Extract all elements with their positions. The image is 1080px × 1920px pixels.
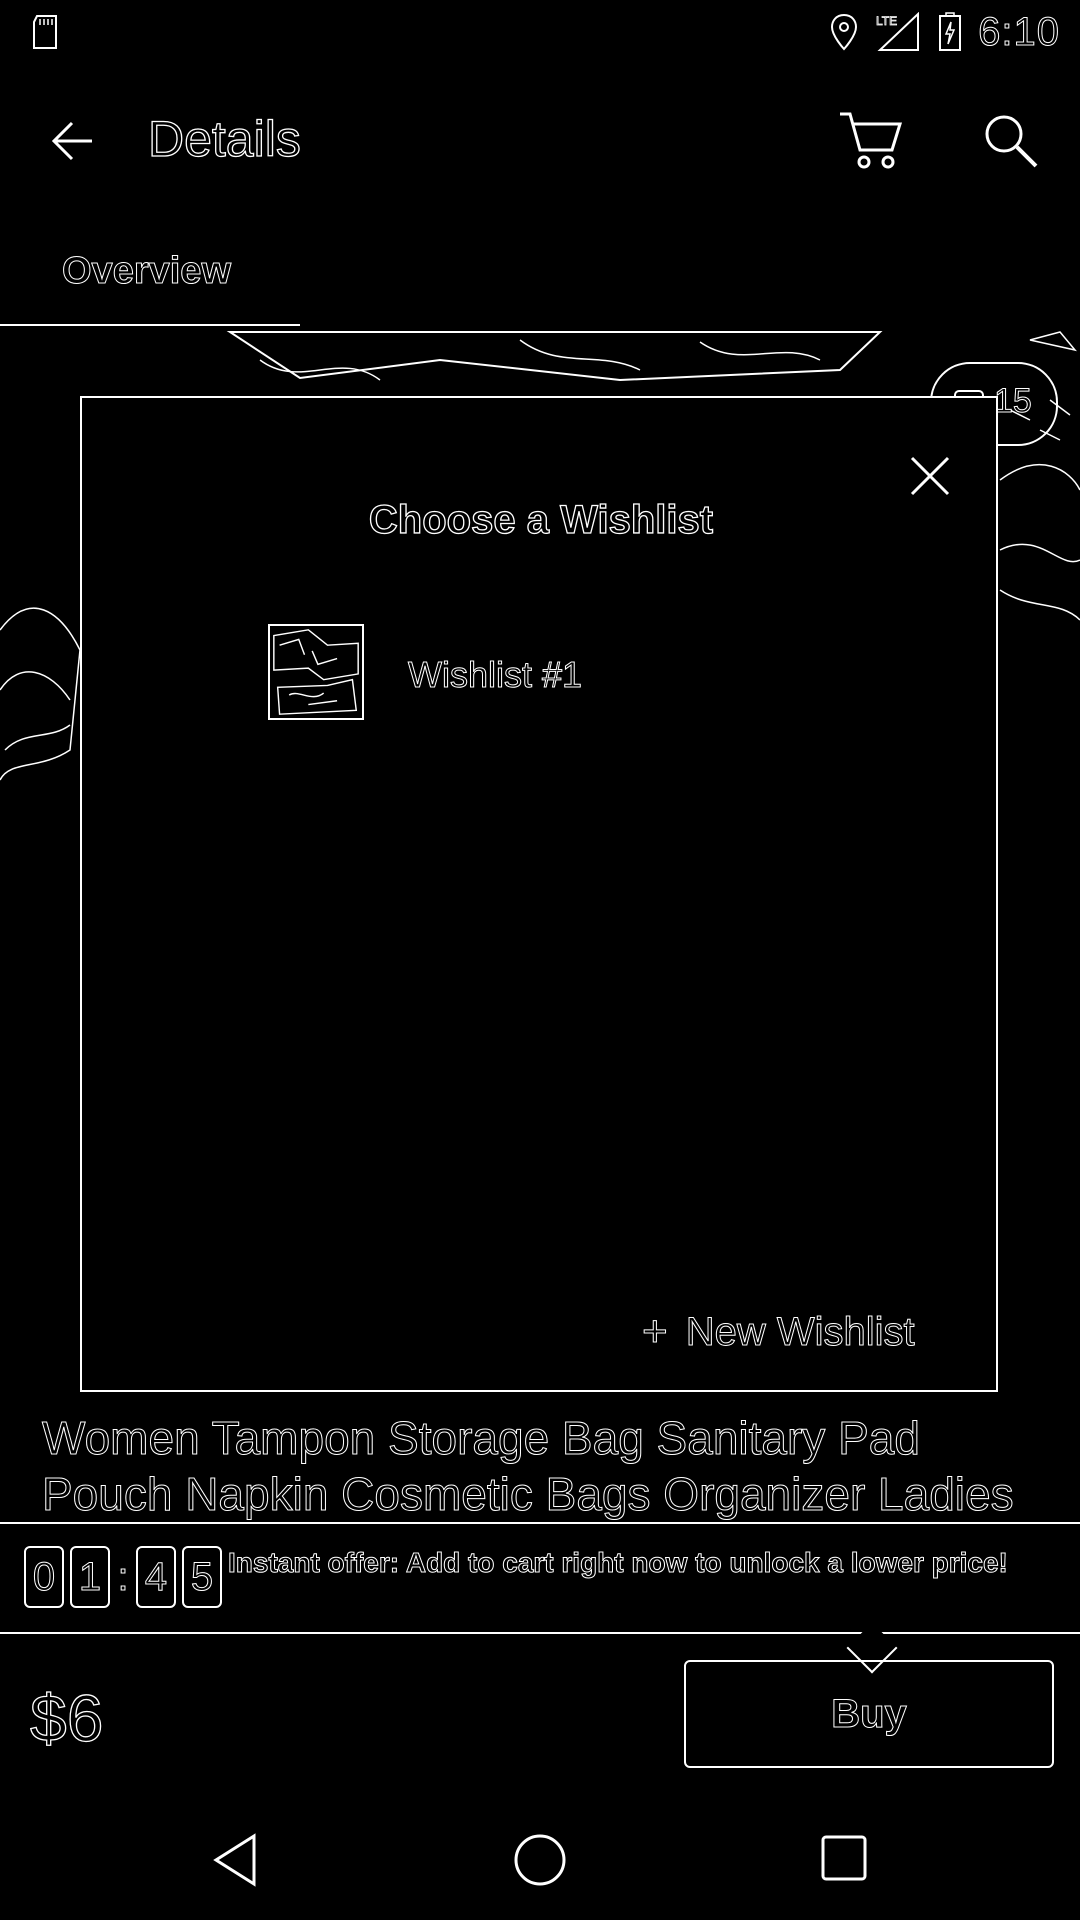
- new-wishlist-label: New Wishlist: [685, 1309, 915, 1354]
- new-wishlist-button[interactable]: + New Wishlist: [642, 1304, 916, 1360]
- page-title: Details: [147, 110, 301, 167]
- product-price: $6: [29, 1680, 104, 1755]
- search-icon[interactable]: [976, 106, 1046, 176]
- nav-back-icon[interactable]: [210, 1832, 260, 1888]
- signal-icon: LTE: [876, 12, 920, 51]
- app-bar: Details: [0, 66, 1080, 211]
- status-bar: LTE 6:10: [0, 0, 1080, 66]
- wishlist-name: Wishlist #1: [407, 654, 583, 696]
- timer-separator: :: [117, 1554, 129, 1599]
- nav-home-icon[interactable]: [512, 1832, 568, 1888]
- sd-card-icon: [33, 15, 57, 49]
- location-icon: [831, 13, 858, 51]
- nav-recents-icon[interactable]: [820, 1834, 868, 1882]
- countdown-timer: 0 1 : 4 5: [24, 1546, 222, 1608]
- svg-text:LTE: LTE: [876, 14, 897, 28]
- offer-text: Instant offer: Add to cart right now to …: [228, 1547, 1009, 1579]
- system-nav-bar: [0, 1800, 1080, 1920]
- timer-digit: 0: [24, 1546, 64, 1608]
- wishlist-item[interactable]: Wishlist #1: [268, 624, 868, 726]
- tab-overview[interactable]: Overview: [62, 250, 232, 293]
- cart-icon[interactable]: [836, 104, 906, 174]
- timer-digit: 1: [70, 1546, 110, 1608]
- plus-icon: +: [642, 1307, 669, 1357]
- dialog-title: Choose a Wishlist: [368, 497, 714, 542]
- buy-button[interactable]: Buy: [684, 1660, 1054, 1768]
- timer-digit: 5: [182, 1546, 222, 1608]
- wishlist-thumbnail: [268, 624, 364, 720]
- battery-charging-icon: [939, 12, 962, 51]
- status-time: 6:10: [978, 9, 1060, 54]
- timer-digit: 4: [136, 1546, 176, 1608]
- close-icon[interactable]: [902, 448, 958, 504]
- wishlist-dialog: Choose a Wishlist Wishlist #1 + New Wish…: [80, 396, 998, 1392]
- instant-offer-bar: 0 1 : 4 5 Instant offer: Add to cart rig…: [0, 1522, 1080, 1634]
- tab-indicator: [0, 324, 300, 326]
- product-title: Women Tampon Storage Bag Sanitary Pad Po…: [42, 1412, 1015, 1521]
- back-arrow-icon[interactable]: [40, 106, 110, 176]
- image-counter: 15: [994, 382, 1033, 421]
